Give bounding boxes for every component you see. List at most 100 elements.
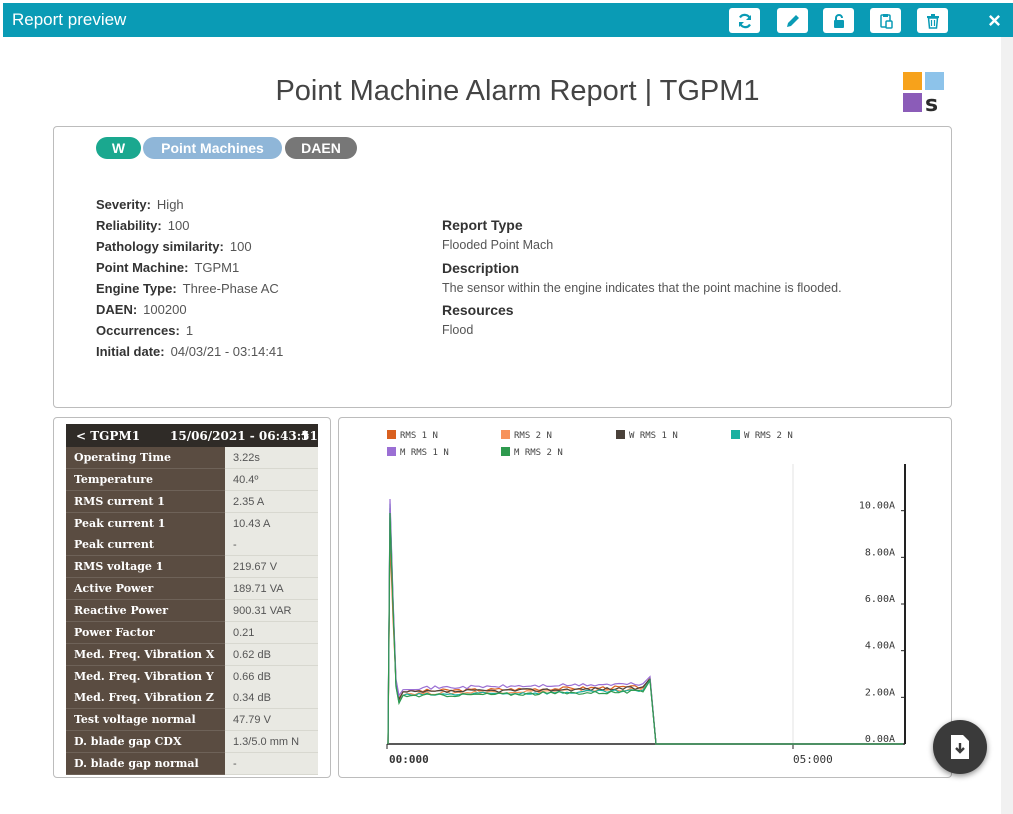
- row-value: 0.66 dB: [225, 665, 318, 688]
- row-value: 900.31 VAR: [225, 599, 318, 622]
- series-line: [387, 498, 903, 745]
- row-value: 10.43 A: [225, 512, 318, 535]
- series-line: [387, 517, 903, 745]
- table-row: RMS current 1 2.35 A: [66, 490, 318, 513]
- detail-value: 04/03/21 - 03:14:41: [170, 344, 284, 359]
- svg-text:s: s: [925, 92, 938, 112]
- delete-button[interactable]: [917, 8, 948, 33]
- legend-swatch: [616, 430, 625, 439]
- legend-label: RMS 2 N: [514, 431, 552, 441]
- legend-item[interactable]: M RMS 1 N: [387, 447, 449, 458]
- report-title: Point Machine Alarm Report | TGPM1: [275, 75, 760, 107]
- table-row: Med. Freq. Vibration X 0.62 dB: [66, 643, 318, 666]
- row-label: Reactive Power: [66, 599, 225, 622]
- table-row: Temperature 40.4º: [66, 468, 318, 491]
- copy-report-button[interactable]: [870, 8, 901, 33]
- row-value: 1.3/5.0 mm N: [225, 731, 318, 754]
- row-value: 40.4º: [225, 468, 318, 491]
- pencil-icon: [786, 14, 799, 27]
- legend-item[interactable]: RMS 2 N: [501, 430, 552, 441]
- detail-value: 100: [229, 239, 252, 254]
- y-tick-label: 10.00A: [859, 501, 895, 512]
- detail-value: 100: [167, 218, 190, 233]
- unlock-icon: [833, 13, 844, 28]
- detail-key: Point Machine:: [96, 260, 189, 275]
- tag-severity-label: W: [111, 140, 126, 156]
- detail-engine-type: Engine Type: Three-Phase AC: [96, 281, 279, 296]
- y-tick-label: 8.00A: [865, 547, 895, 558]
- row-label: Power Factor: [66, 621, 225, 644]
- x-tick-label: 00:000: [389, 753, 429, 766]
- table-row: Peak current 1 10.43 A: [66, 512, 318, 535]
- refresh-button[interactable]: [729, 8, 760, 33]
- table-row: RMS voltage 1 219.67 V: [66, 556, 318, 579]
- table-row: Test voltage normal 47.79 V: [66, 709, 318, 732]
- detail-daen: DAEN: 100200: [96, 302, 187, 317]
- table-row: Operating Time 3.22s: [66, 447, 318, 469]
- description-value: The sensor within the engine indicates t…: [442, 281, 842, 295]
- row-value: 0.62 dB: [225, 643, 318, 666]
- legend-label: W RMS 1 N: [629, 431, 678, 441]
- trash-icon: [926, 13, 939, 29]
- detail-initial-date: Initial date: 04/03/21 - 03:14:41: [96, 344, 283, 359]
- legend-label: M RMS 1 N: [400, 448, 449, 458]
- row-label: Active Power: [66, 578, 225, 601]
- legend-item[interactable]: W RMS 2 N: [731, 430, 793, 441]
- row-label: Test voltage normal: [66, 709, 225, 732]
- row-value: 219.67 V: [225, 556, 318, 579]
- detail-key: DAEN:: [96, 302, 138, 317]
- detail-key: Occurrences:: [96, 323, 180, 338]
- download-button[interactable]: [933, 720, 987, 774]
- resources-value: Flood: [442, 323, 474, 337]
- detail-key: Reliability:: [96, 218, 162, 233]
- detail-occurrences: Occurrences: 1: [96, 323, 193, 338]
- legend-item[interactable]: RMS 1 N: [387, 430, 438, 441]
- detail-value: 1: [185, 323, 194, 338]
- y-tick-label: 6.00A: [865, 594, 895, 605]
- y-tick-label: 4.00A: [865, 641, 895, 652]
- detail-severity: Severity: High: [96, 197, 184, 212]
- legend-item[interactable]: M RMS 2 N: [501, 447, 563, 458]
- report-type-heading: Report Type: [442, 217, 523, 233]
- scrollbar[interactable]: [1001, 37, 1013, 814]
- legend-swatch: [501, 447, 510, 456]
- unlock-button[interactable]: [823, 8, 854, 33]
- detail-value: Three-Phase AC: [182, 281, 279, 296]
- table-row: Active Power 189.71 VA: [66, 578, 318, 601]
- back-link[interactable]: < TGPM1: [76, 429, 140, 443]
- row-label: RMS current 1: [66, 490, 225, 513]
- legend-item[interactable]: W RMS 1 N: [616, 430, 678, 441]
- measurements-table: < TGPM1 15/06/2021 - 06:43:51 Operating …: [66, 424, 318, 775]
- row-value: 2.35 A: [225, 490, 318, 513]
- table-row: Med. Freq. Vibration Z 0.34 dB: [66, 687, 318, 710]
- series-line: [387, 503, 903, 745]
- row-value: -: [225, 752, 318, 775]
- close-icon: [988, 14, 1000, 26]
- resources-heading: Resources: [442, 302, 514, 318]
- tag-daen-label: DAEN: [301, 140, 341, 156]
- arrow-up-icon[interactable]: [300, 429, 310, 441]
- detail-value: High: [156, 197, 184, 212]
- row-label: Operating Time: [66, 447, 225, 469]
- detail-value: TGPM1: [194, 260, 240, 275]
- detail-key: Severity:: [96, 197, 151, 212]
- edit-button[interactable]: [777, 8, 808, 33]
- current-chart: 0.00A 2.00A 4.00A 6.00A 8.00A 10.00A 00:000 05:…: [386, 464, 906, 766]
- row-value: 0.21: [225, 621, 318, 644]
- row-label: D. blade gap CDX: [66, 731, 225, 754]
- window-title: Report preview: [12, 10, 127, 29]
- legend-swatch: [387, 430, 396, 439]
- timestamp: 15/06/2021 - 06:43:51: [170, 429, 318, 443]
- refresh-icon: [738, 13, 751, 28]
- close-button[interactable]: [983, 9, 1005, 31]
- tag-severity: W: [96, 137, 141, 159]
- detail-key: Initial date:: [96, 344, 165, 359]
- row-label: D. blade gap normal: [66, 752, 225, 775]
- detail-reliability: Reliability: 100: [96, 218, 189, 233]
- download-file-icon: [951, 735, 969, 759]
- legend-swatch: [501, 430, 510, 439]
- table-row: Power Factor 0.21: [66, 621, 318, 644]
- table-row: Reactive Power 900.31 VAR: [66, 599, 318, 622]
- row-label: Peak current: [66, 534, 225, 557]
- description-heading: Description: [442, 260, 520, 276]
